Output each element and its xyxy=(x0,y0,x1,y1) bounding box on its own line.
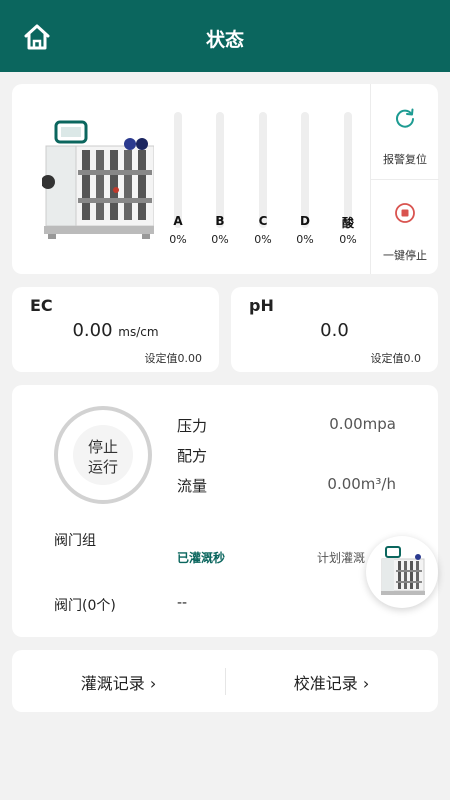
tank-value: 0% xyxy=(169,233,187,246)
records-card: 灌溉记录 › 校准记录 › xyxy=(12,650,438,712)
tank-bar xyxy=(216,112,224,228)
valve-value: -- xyxy=(177,595,188,611)
tank-label: B xyxy=(215,214,225,228)
side-actions: 报警复位 一键停止 xyxy=(370,84,439,275)
device-float-button[interactable] xyxy=(366,536,438,608)
pressure-value: 0.00mpa xyxy=(329,415,396,433)
irrigated-seconds: 已灌溉秒 xyxy=(177,551,226,565)
app-header: 状态 xyxy=(0,0,450,72)
ph-title: pH xyxy=(249,296,274,315)
tank-bar xyxy=(344,112,352,228)
planned-irrigation: 计划灌溉 xyxy=(317,551,366,565)
formula-label: 配方 xyxy=(177,447,208,465)
tank-bar xyxy=(259,112,267,228)
device-status-card: A B C D 酸 0% 0% 0% 0% 0% 报警复位 一键停止 xyxy=(12,84,439,275)
irrigation-record-button[interactable]: 灌溉记录 › xyxy=(12,650,225,712)
tank-bar xyxy=(301,112,309,228)
pressure-label: 压力 xyxy=(177,417,208,435)
tank-value: 0% xyxy=(296,233,314,246)
tank-value: 0% xyxy=(211,233,229,246)
ec-setpoint: 设定值0.00 xyxy=(144,352,203,365)
refresh-icon xyxy=(396,108,414,128)
tank-value: 0% xyxy=(254,233,272,246)
ec-value-line: 0.00 ms/cm xyxy=(12,320,219,341)
ph-value: 0.0 xyxy=(320,320,349,341)
ph-card: pH 0.0 设定值0.0 xyxy=(231,287,438,372)
ec-title: EC xyxy=(30,296,53,315)
tank-bar xyxy=(174,112,182,228)
run-toggle-label: 停止 运行 xyxy=(58,437,148,477)
flow-label: 流量 xyxy=(177,477,208,495)
tank-value: 0% xyxy=(339,233,357,246)
alarm-reset-button[interactable]: 报警复位 xyxy=(371,84,439,179)
stop-icon xyxy=(395,203,415,223)
calibration-record-label: 校准记录 › xyxy=(293,674,370,693)
tank-label: D xyxy=(300,214,310,228)
stop-all-button[interactable]: 一键停止 xyxy=(371,180,439,275)
tank-label: 酸 xyxy=(341,216,354,230)
alarm-reset-label: 报警复位 xyxy=(383,153,427,166)
fertigation-machine-image xyxy=(42,120,154,239)
run-status-text: 停止 xyxy=(87,438,118,456)
page-title: 状态 xyxy=(205,29,244,51)
irrigation-record-label: 灌溉记录 › xyxy=(80,674,157,693)
run-action-text: 运行 xyxy=(87,458,118,476)
machine-icon xyxy=(381,546,425,595)
valve-group-label: 阀门组 xyxy=(54,533,96,549)
ph-setpoint: 设定值0.0 xyxy=(370,352,422,365)
ec-card: EC 0.00 ms/cm 设定值0.00 xyxy=(12,287,219,372)
valve-count: 阀门(0个) xyxy=(54,598,116,614)
flow-value: 0.00m³/h xyxy=(327,475,396,493)
tank-label: A xyxy=(173,214,183,228)
calibration-record-button[interactable]: 校准记录 › xyxy=(225,650,438,712)
irrigation-status-card: 停止 运行 压力 0.00mpa 配方 流量 0.00m³/h 阀门组 已灌溉秒… xyxy=(12,385,438,637)
run-toggle-button[interactable]: 停止 运行 xyxy=(54,406,152,504)
stop-all-label: 一键停止 xyxy=(383,249,427,262)
ec-value: 0.00 xyxy=(72,320,113,341)
tank-label: C xyxy=(258,214,268,228)
ec-unit: ms/cm xyxy=(118,325,159,339)
